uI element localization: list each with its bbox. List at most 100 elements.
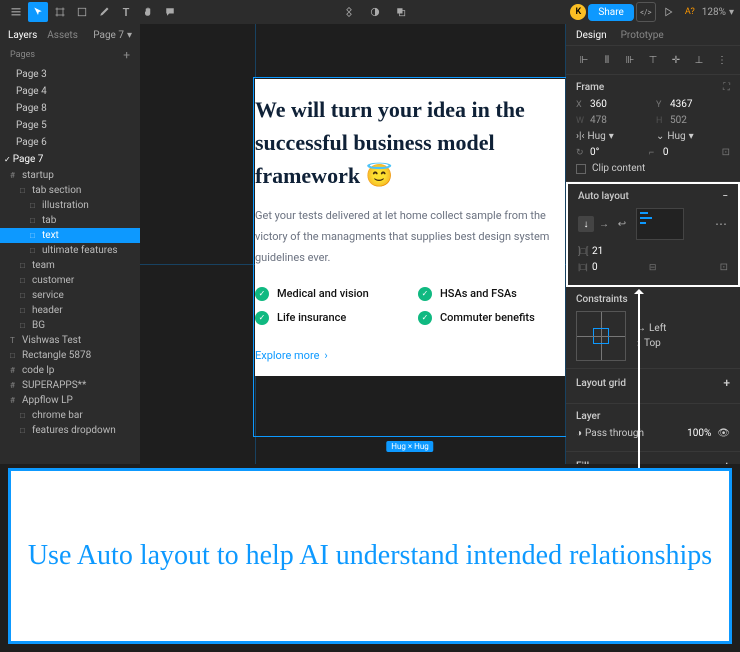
x-input[interactable]: 360 xyxy=(590,99,607,110)
left-panel: Layers Assets Page 7 ▾ Pages + Page 3Pag… xyxy=(0,24,140,464)
constraint-h-dropdown[interactable]: ↔Left xyxy=(636,323,666,334)
layer-item[interactable]: □customer xyxy=(0,273,140,288)
page-item[interactable]: Page 3 xyxy=(0,66,140,83)
add-grid-button[interactable]: + xyxy=(723,376,730,390)
prototype-tab[interactable]: Prototype xyxy=(621,30,664,41)
layout-grid-section: Layout grid+ xyxy=(566,369,740,404)
y-input[interactable]: 4367 xyxy=(670,99,692,110)
layer-item[interactable]: □illustration xyxy=(0,198,140,213)
blend-mode-dropdown[interactable]: ◑Pass through xyxy=(576,428,681,439)
direction-wrap-icon[interactable]: ↩ xyxy=(614,216,630,232)
align-bottom-icon[interactable]: ⊥ xyxy=(691,52,707,68)
frame-options-icon[interactable]: ⛶ xyxy=(723,82,730,93)
layer-item[interactable]: □chrome bar xyxy=(0,408,140,423)
align-hcenter-icon[interactable]: ⫴ xyxy=(599,52,615,68)
direction-horizontal-icon[interactable]: → xyxy=(596,216,612,232)
h-mode-dropdown[interactable]: ⌄Hug▾ xyxy=(656,131,730,142)
layer-item[interactable]: □text xyxy=(0,228,140,243)
remove-autolayout-button[interactable]: − xyxy=(722,191,728,202)
clip-content-label: Clip content xyxy=(592,163,645,174)
layer-item[interactable]: □tab xyxy=(0,213,140,228)
constraint-widget[interactable] xyxy=(576,311,626,361)
layer-item[interactable]: □Rectangle 5878 xyxy=(0,348,140,363)
layer-item[interactable]: □team xyxy=(0,258,140,273)
layer-item[interactable]: □ultimate features xyxy=(0,243,140,258)
layer-list: #startup□tab section□illustration□tab□te… xyxy=(0,168,140,464)
page-item[interactable]: Page 5 xyxy=(0,117,140,134)
design-tab[interactable]: Design xyxy=(576,30,607,41)
align-top-icon[interactable]: ⊤ xyxy=(645,52,661,68)
autolayout-section: Auto layout− ↓ → ↩ ⋯ ]□[21 |□|0 xyxy=(566,182,740,287)
distribute-icon[interactable]: ⋮ xyxy=(714,52,730,68)
move-tool-icon[interactable] xyxy=(28,2,48,22)
align-left-icon[interactable]: ⊩ xyxy=(576,52,592,68)
radius-expand-icon[interactable]: ⊡ xyxy=(722,147,730,158)
layer-item[interactable]: □tab section xyxy=(0,183,140,198)
page-item[interactable]: Page 4 xyxy=(0,83,140,100)
padding-expand-icon[interactable]: ⊡ xyxy=(720,262,728,273)
components-icon[interactable] xyxy=(339,2,359,22)
frame-tool-icon[interactable] xyxy=(50,2,70,22)
boolean-icon[interactable] xyxy=(391,2,411,22)
gap-input[interactable]: 21 xyxy=(592,246,603,257)
align-vcenter-icon[interactable]: ✛ xyxy=(668,52,684,68)
autolayout-more-icon[interactable]: ⋯ xyxy=(715,217,728,231)
layers-tab[interactable]: Layers xyxy=(8,30,37,41)
assets-tab[interactable]: Assets xyxy=(47,30,78,41)
add-fill-button[interactable]: + xyxy=(723,459,730,464)
menu-icon[interactable] xyxy=(6,2,26,22)
user-avatar[interactable]: K xyxy=(570,4,586,20)
pen-tool-icon[interactable] xyxy=(94,2,114,22)
visibility-icon[interactable]: 👁 xyxy=(717,428,730,439)
text-tool-icon[interactable]: T xyxy=(116,2,136,22)
layer-item[interactable]: #startup xyxy=(0,168,140,183)
constraint-v-dropdown[interactable]: ↕Top xyxy=(636,338,666,349)
layer-item[interactable]: #SUPERAPPS** xyxy=(0,378,140,393)
zoom-control[interactable]: 128% ▾ xyxy=(702,7,734,18)
layer-item[interactable]: □BG xyxy=(0,318,140,333)
hand-tool-icon[interactable] xyxy=(138,2,158,22)
play-icon[interactable] xyxy=(658,2,678,22)
canvas[interactable]: We will turn your idea in the successful… xyxy=(140,24,566,464)
radius-input[interactable]: 0 xyxy=(663,147,669,158)
shape-tool-icon[interactable] xyxy=(72,2,92,22)
rotation-input[interactable]: 0° xyxy=(590,147,599,158)
question-icon[interactable]: A? xyxy=(680,2,700,22)
pad-h-input[interactable]: 0 xyxy=(592,262,598,273)
layer-item[interactable]: □features dropdown xyxy=(0,423,140,438)
direction-vertical-icon[interactable]: ↓ xyxy=(578,216,594,232)
w-mode-dropdown[interactable]: ›|‹Hug▾ xyxy=(576,131,650,142)
layer-item[interactable]: □service xyxy=(0,288,140,303)
dev-mode-icon[interactable]: </> xyxy=(636,2,656,22)
fill-section: Fill+ xyxy=(566,452,740,464)
comment-tool-icon[interactable] xyxy=(160,2,180,22)
add-page-button[interactable]: + xyxy=(123,48,130,62)
page-selector[interactable]: Page 7 ▾ xyxy=(93,30,132,41)
alignment-box[interactable] xyxy=(636,208,684,240)
h-input[interactable]: 502 xyxy=(670,115,687,126)
w-input[interactable]: 478 xyxy=(590,115,607,126)
layer-item[interactable]: #code lp xyxy=(0,363,140,378)
share-button[interactable]: Share xyxy=(588,4,633,21)
annotation-text: Use Auto layout to help AI understand in… xyxy=(28,537,712,575)
annotation-box: Use Auto layout to help AI understand in… xyxy=(8,468,732,644)
constraints-section: Constraints ↔Left ↕Top xyxy=(566,287,740,369)
page-item[interactable]: Page 8 xyxy=(0,100,140,117)
opacity-input[interactable]: 100% xyxy=(687,428,711,439)
selection-outline: Hug × Hug xyxy=(253,77,566,437)
page-item[interactable]: Page 6 xyxy=(0,134,140,151)
selection-size-label: Hug × Hug xyxy=(386,441,433,452)
annotation-arrow xyxy=(638,290,640,468)
top-toolbar: T K Share </> A? 128% ▾ xyxy=(0,0,740,24)
layer-section: Layer ◑Pass through 100% 👁 xyxy=(566,404,740,452)
align-right-icon[interactable]: ⊪ xyxy=(622,52,638,68)
frame-section: Frame⛶ X360 Y4367 W478 H502 ›|‹Hug▾ ⌄Hug… xyxy=(566,75,740,182)
layer-item[interactable]: □header xyxy=(0,303,140,318)
mask-icon[interactable] xyxy=(365,2,385,22)
layer-item[interactable]: TVishwas Test xyxy=(0,333,140,348)
layer-item[interactable]: #Appflow LP xyxy=(0,393,140,408)
clip-content-checkbox[interactable] xyxy=(576,164,586,174)
page-item[interactable]: Page 7 xyxy=(0,151,140,168)
right-panel: Design Prototype ⊩ ⫴ ⊪ ⊤ ✛ ⊥ ⋮ Frame⛶ X3… xyxy=(566,24,740,464)
chevron-down-icon: ▾ xyxy=(729,7,734,18)
